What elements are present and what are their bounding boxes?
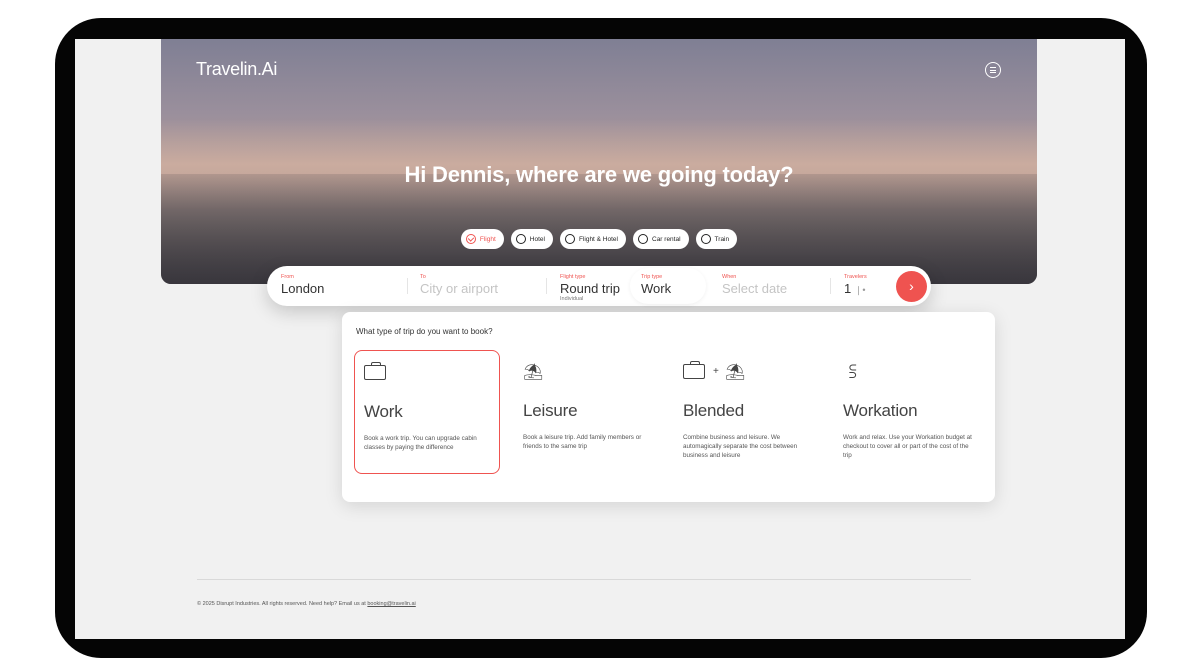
plus-icon: + xyxy=(713,366,719,377)
beach-umbrella-icon: ⛱ xyxy=(725,364,746,381)
mode-label: Hotel xyxy=(529,235,545,243)
mode-label: Flight xyxy=(479,235,496,243)
trip-option-name: Blended xyxy=(683,401,744,420)
trip-option-icon: ⛱ xyxy=(523,362,651,384)
mode-label: Train xyxy=(714,235,730,243)
divider xyxy=(546,278,547,294)
app-screen: Travelin.Ai Hi Dennis, where are we goin… xyxy=(75,39,1125,639)
flight-type-value: Round trip xyxy=(560,281,620,296)
menu-icon[interactable] xyxy=(985,62,1001,78)
radio-icon xyxy=(515,234,526,244)
trip-option-work[interactable]: Work Book a work trip. You can upgrade c… xyxy=(354,350,500,474)
trip-option-name: Work xyxy=(364,402,403,421)
trip-option-workation[interactable]: ⫓ Workation Work and relax. Use your Wor… xyxy=(834,350,980,474)
mode-hotel[interactable]: Hotel xyxy=(510,229,553,249)
trip-option-desc: Combine business and leisure. We automag… xyxy=(683,434,798,459)
from-value: London xyxy=(281,281,325,296)
radio-checked-icon xyxy=(465,234,476,244)
hero-headline: Hi Dennis, where are we going today? xyxy=(404,162,794,187)
search-bar: From London To City or airport Flight ty… xyxy=(267,266,931,306)
divider xyxy=(830,278,831,294)
support-email-link[interactable]: booking@travelin.ai xyxy=(367,601,415,607)
signpost-icon: ⫓ xyxy=(849,362,857,381)
mode-label: Car rental xyxy=(652,235,681,243)
when-label: When xyxy=(722,274,737,280)
to-label: To xyxy=(420,274,426,280)
trip-option-icon: ⫓ xyxy=(843,362,971,384)
trip-type-content: Trip type Work xyxy=(641,274,671,296)
footer-divider xyxy=(197,579,971,580)
mode-car-rental[interactable]: Car rental xyxy=(633,229,689,249)
flight-type-label: Flight type xyxy=(560,274,586,280)
footer-text: © 2025 Disrupt Industries. All rights re… xyxy=(197,601,366,607)
trip-option-desc: Book a work trip. You can upgrade cabin … xyxy=(364,435,477,451)
radio-icon xyxy=(700,234,711,244)
travelers-value: 1 ❘• xyxy=(844,281,867,296)
travelers-count: 1 xyxy=(844,281,852,296)
trip-type-panel: What type of trip do you want to book? W… xyxy=(342,312,995,502)
to-placeholder: City or airport xyxy=(420,281,499,296)
mode-label: Flight & Hotel xyxy=(578,235,618,243)
trip-option-name: Workation xyxy=(843,401,918,420)
trip-option-blended[interactable]: + ⛱ Blended Combine business and leisure… xyxy=(674,350,820,474)
briefcase-icon xyxy=(683,361,705,379)
flight-type-sub: Individual xyxy=(560,296,584,302)
trip-option-name: Leisure xyxy=(523,401,578,420)
trip-type-label: Trip type xyxy=(641,274,663,280)
trip-type-question: What type of trip do you want to book? xyxy=(356,327,493,336)
trip-option-leisure[interactable]: ⛱ Leisure Book a leisure trip. Add famil… xyxy=(514,350,660,474)
trip-option-icon xyxy=(364,362,490,385)
trip-type-field[interactable]: Trip type Work xyxy=(630,268,706,304)
from-field[interactable]: From London xyxy=(281,274,324,296)
divider xyxy=(407,278,408,294)
radio-icon xyxy=(638,234,648,244)
mode-flight-hotel[interactable]: Flight & Hotel xyxy=(559,229,626,249)
when-field[interactable]: When Select date xyxy=(722,274,787,296)
beach-umbrella-icon: ⛱ xyxy=(523,364,544,381)
from-label: From xyxy=(281,274,294,280)
hero-banner: Travelin.Ai Hi Dennis, where are we goin… xyxy=(161,39,1037,284)
mode-train[interactable]: Train xyxy=(695,229,738,249)
mode-flight[interactable]: Flight xyxy=(460,229,504,249)
trip-type-value: Work xyxy=(641,281,672,296)
trip-option-desc: Book a leisure trip. Add family members … xyxy=(523,434,642,450)
when-placeholder: Select date xyxy=(722,281,788,296)
trip-option-icon: + ⛱ xyxy=(683,361,811,384)
radio-icon xyxy=(564,234,575,244)
travelers-field[interactable]: Travelers 1 ❘• xyxy=(844,274,867,296)
flight-type-field[interactable]: Flight type Round trip Individual xyxy=(560,274,620,302)
travelers-label: Travelers xyxy=(844,274,867,280)
search-go-button[interactable]: › xyxy=(896,271,927,302)
trip-option-desc: Work and relax. Use your Workation budge… xyxy=(843,434,972,459)
person-icon: ❘• xyxy=(854,285,866,295)
brand-logo[interactable]: Travelin.Ai xyxy=(196,59,277,80)
briefcase-icon xyxy=(364,362,386,380)
footer: © 2025 Disrupt Industries. All rights re… xyxy=(197,601,416,607)
chevron-right-icon: › xyxy=(909,278,914,294)
to-field[interactable]: To City or airport xyxy=(420,274,498,296)
travel-mode-selector: Flight Hotel Flight & Hotel Car rental T… xyxy=(161,229,1037,249)
